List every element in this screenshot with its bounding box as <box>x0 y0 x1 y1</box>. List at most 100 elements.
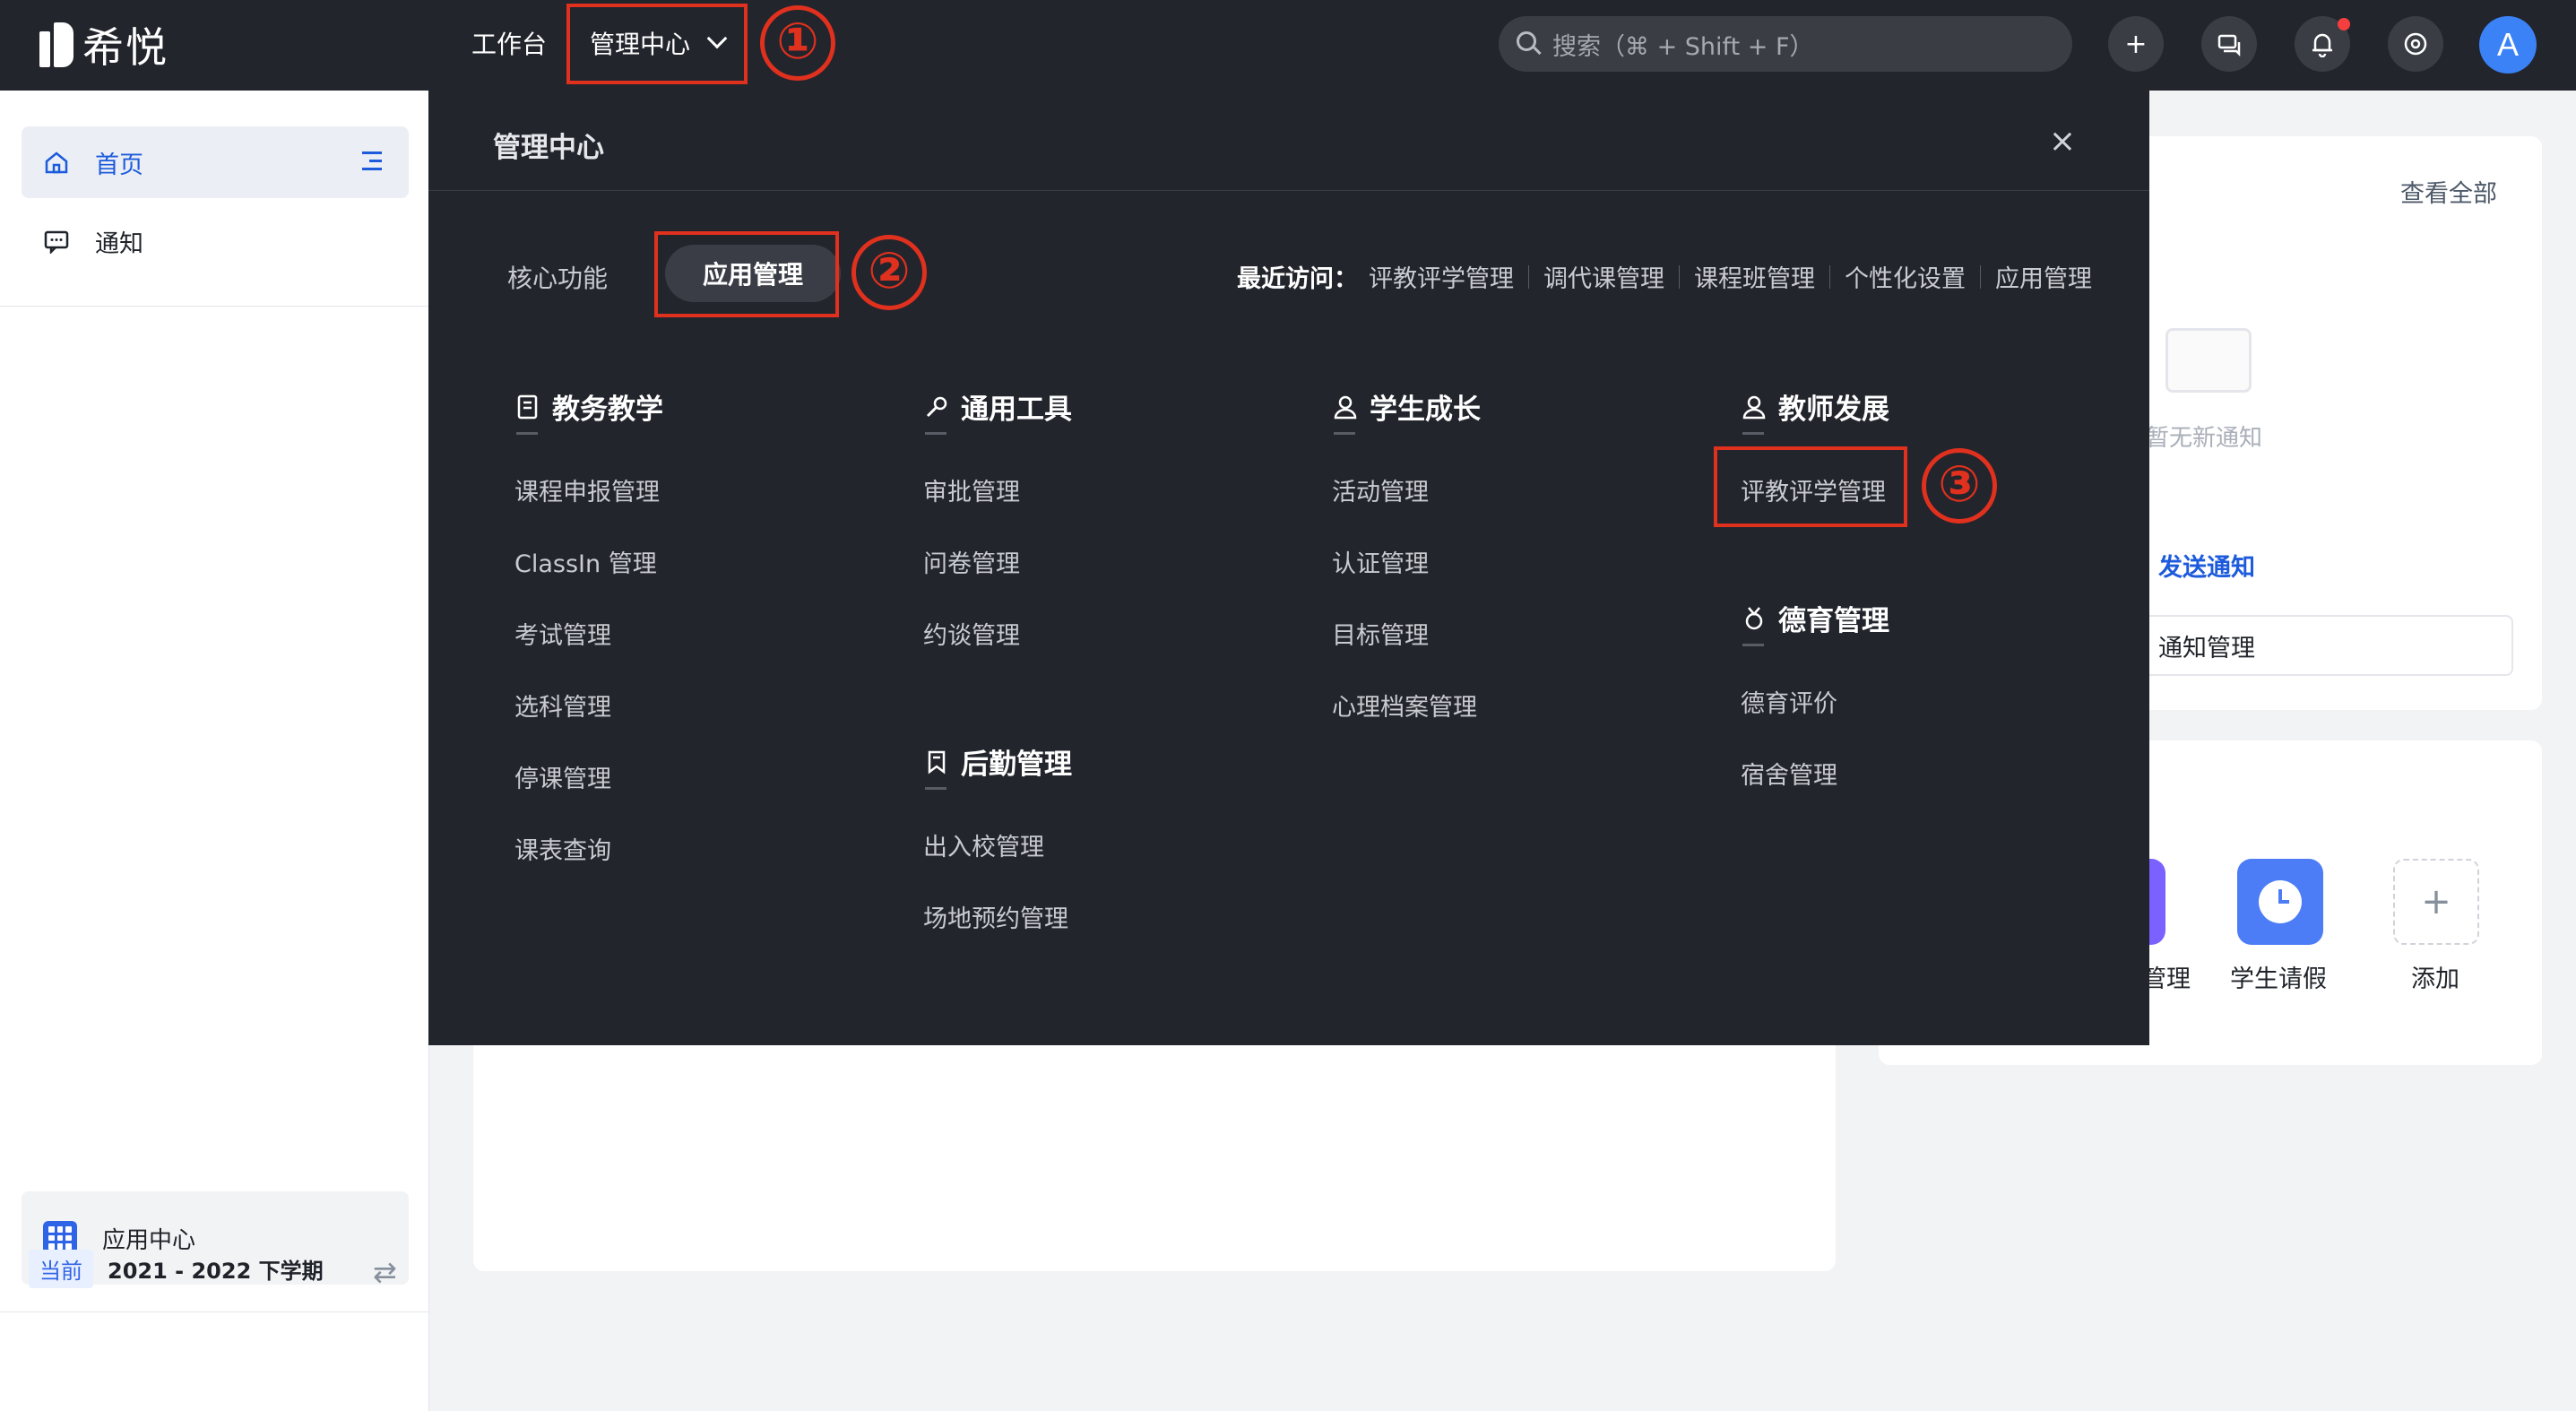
document-icon <box>514 394 541 420</box>
menu-link-interview[interactable]: 约谈管理 <box>923 616 1020 651</box>
settings-button[interactable] <box>2388 16 2443 72</box>
term-value: 2021 - 2022 下学期 <box>108 1259 324 1284</box>
app-logo[interactable]: 希悦 <box>39 20 169 72</box>
message-icon <box>43 228 70 255</box>
search-input[interactable]: 搜索（⌘ + Shift + F） <box>1499 16 2072 72</box>
user-icon <box>1332 394 1359 420</box>
current-term: 当前 2021 - 2022 下学期 <box>29 1250 324 1288</box>
divider <box>0 306 429 307</box>
separator <box>1829 264 1830 289</box>
annotation-number-3: ③ <box>1922 448 1997 524</box>
empty-inbox-icon <box>2165 328 2252 393</box>
collapse-sidebar-icon[interactable] <box>359 151 382 171</box>
term-tag: 当前 <box>29 1250 93 1288</box>
sidebar-item-label: 通知 <box>95 229 143 258</box>
separator <box>1679 264 1680 289</box>
plus-icon: + <box>2124 28 2148 60</box>
logo-icon <box>39 22 75 67</box>
menu-link-activity[interactable]: 活动管理 <box>1332 472 1429 507</box>
sidebar: 首页 通知 应用中心 <box>0 91 429 1411</box>
menu-link-venue-booking[interactable]: 场地预约管理 <box>923 899 1068 934</box>
clock-icon <box>2259 880 2302 923</box>
send-notice-button[interactable]: 发送通知 <box>2137 534 2513 595</box>
annotation-box-3 <box>1714 446 1907 527</box>
menu-link-class-suspension[interactable]: 停课管理 <box>514 759 611 794</box>
sidebar-item-label: 首页 <box>95 151 143 179</box>
menu-link-survey[interactable]: 问卷管理 <box>923 544 1020 579</box>
wrench-icon <box>923 394 950 420</box>
annotation-number-1: ① <box>760 5 835 81</box>
menu-link-course-application[interactable]: 课程申报管理 <box>514 472 660 507</box>
menu-link-dormitory[interactable]: 宿舍管理 <box>1741 756 1837 791</box>
divider <box>1334 432 1355 435</box>
panel-title: 管理中心 <box>493 132 604 164</box>
gear-icon <box>2404 32 2427 56</box>
divider <box>1742 432 1764 435</box>
recent-link[interactable]: 评教评学管理 <box>1369 259 1514 294</box>
tab-core-functions[interactable]: 核心功能 <box>507 259 608 295</box>
annotation-box-2 <box>654 231 839 317</box>
menu-link-classin[interactable]: ClassIn 管理 <box>514 544 657 579</box>
view-all-link[interactable]: 查看全部 <box>2400 174 2497 209</box>
divider <box>925 787 947 790</box>
divider <box>0 1311 429 1312</box>
notification-badge <box>2338 18 2350 30</box>
recent-visits: 最近访问： 评教评学管理 调代课管理 课程班管理 个性化设置 应用管理 <box>1237 259 2092 294</box>
separator <box>1980 264 1981 289</box>
menu-link-goals[interactable]: 目标管理 <box>1332 616 1429 651</box>
search-icon <box>1517 31 1542 56</box>
sidebar-item-home[interactable]: 首页 <box>22 126 409 198</box>
add-app-button[interactable]: + <box>2393 859 2479 945</box>
section-teaching: 教务教学 <box>514 386 663 427</box>
home-icon <box>43 149 70 176</box>
separator <box>1528 264 1529 289</box>
add-button[interactable]: + <box>2108 16 2164 72</box>
plus-icon: + <box>2421 881 2451 922</box>
empty-notice-text: 暂无新通知 <box>2146 425 2263 452</box>
section-moral-education: 德育管理 <box>1741 598 1889 638</box>
switch-term-icon[interactable]: ⇄ <box>373 1255 397 1289</box>
recent-link[interactable]: 个性化设置 <box>1845 259 1966 294</box>
section-title: 教师发展 <box>1778 394 1889 426</box>
recent-link[interactable]: 调代课管理 <box>1543 259 1664 294</box>
menu-link-exam[interactable]: 考试管理 <box>514 616 611 651</box>
close-icon[interactable]: × <box>2049 123 2076 160</box>
student-leave-app-tile[interactable] <box>2237 859 2323 945</box>
divider <box>516 432 538 435</box>
menu-link-psych-records[interactable]: 心理档案管理 <box>1332 688 1477 723</box>
teacher-icon <box>1741 394 1768 420</box>
menu-link-course-selection[interactable]: 选科管理 <box>514 688 611 723</box>
recent-link[interactable]: 应用管理 <box>1995 259 2092 294</box>
bell-icon <box>2312 33 2332 57</box>
divider <box>428 190 2149 191</box>
menu-link-campus-access[interactable]: 出入校管理 <box>923 827 1044 862</box>
section-student-growth: 学生成长 <box>1332 386 1481 427</box>
search-placeholder: 搜索（⌘ + Shift + F） <box>1552 32 1814 61</box>
section-title: 学生成长 <box>1370 394 1481 426</box>
recent-link[interactable]: 课程班管理 <box>1694 259 1815 294</box>
section-title: 通用工具 <box>961 394 1072 426</box>
menu-link-moral-evaluation[interactable]: 德育评价 <box>1741 684 1837 719</box>
messages-button[interactable] <box>2201 16 2257 72</box>
notice-manage-button[interactable]: 通知管理 <box>2137 615 2513 676</box>
menu-link-timetable[interactable]: 课表查询 <box>514 831 611 866</box>
section-title: 后勤管理 <box>961 749 1072 781</box>
menu-link-approval[interactable]: 审批管理 <box>923 472 1020 507</box>
logo-text: 希悦 <box>82 23 169 72</box>
student-leave-label: 学生请假 <box>2230 965 2327 993</box>
menu-link-certification[interactable]: 认证管理 <box>1332 544 1429 579</box>
top-bar: 希悦 工作台 管理中心 搜索（⌘ + Shift + F） + A <box>0 0 2576 91</box>
sidebar-item-notice[interactable]: 通知 <box>22 205 409 277</box>
section-tools: 通用工具 <box>923 386 1072 427</box>
avatar[interactable]: A <box>2479 16 2537 74</box>
section-teacher-development: 教师发展 <box>1741 386 1889 427</box>
app-tile-partial-label: 管理 <box>2142 965 2191 993</box>
section-title: 德育管理 <box>1778 605 1889 637</box>
bookmark-icon <box>923 749 950 775</box>
nav-workbench[interactable]: 工作台 <box>471 25 547 61</box>
chat-icon <box>2217 34 2241 56</box>
divider <box>925 432 947 435</box>
recent-visits-label: 最近访问： <box>1237 265 1358 293</box>
section-logistics: 后勤管理 <box>923 741 1072 782</box>
annotation-number-2: ② <box>851 235 927 310</box>
